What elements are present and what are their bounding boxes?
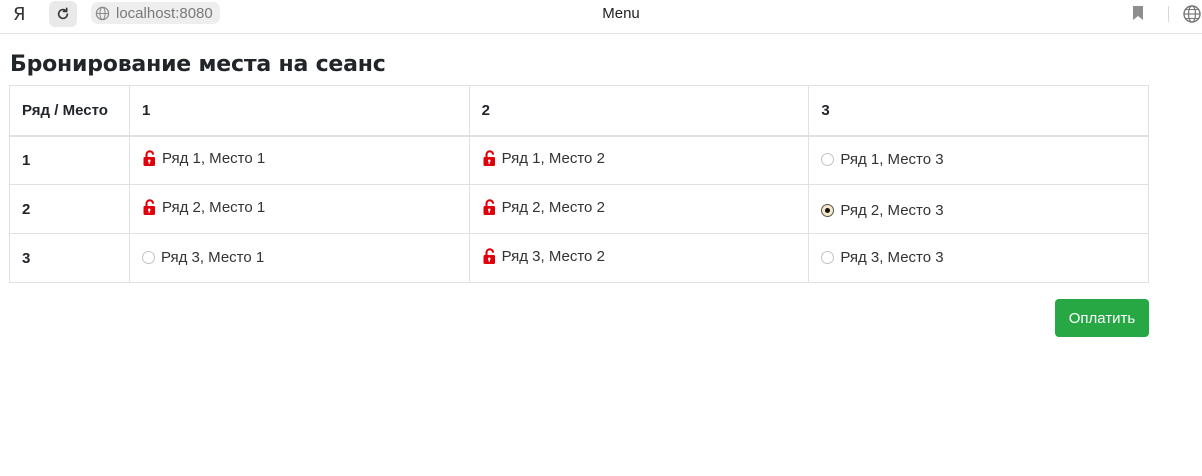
lock-open-icon (483, 150, 495, 166)
seat-label: Ряд 1, Место 3 (840, 150, 944, 168)
row-number: 1 (9, 135, 130, 185)
seat-cell: Ряд 3, Место 2 (468, 233, 810, 283)
seat-occupied: Ряд 1, Место 2 (482, 150, 605, 167)
lock-open-icon (483, 247, 495, 264)
table-header-row: Ряд / Место 1 2 3 (9, 85, 1149, 137)
seat-option[interactable]: Ряд 3, Место 3 (821, 248, 944, 266)
seat-radio[interactable] (821, 152, 835, 166)
browser-toolbar: Я localhost:8080 Menu (0, 0, 1202, 34)
header-row-seat: Ряд / Место (9, 85, 130, 137)
table-row: 1 Ряд 1, Место 1 Ряд 1, Место 2 Ряд 1, Мест… (9, 135, 1149, 185)
seat-label: Ряд 3, Место 2 (501, 247, 605, 265)
reload-button[interactable] (49, 1, 77, 27)
toolbar-divider (1168, 6, 1169, 22)
address-text: localhost:8080 (116, 4, 213, 22)
seat-cell: Ряд 3, Место 3 (808, 233, 1149, 283)
header-seat-3: 3 (808, 85, 1149, 137)
seat-cell: Ряд 1, Место 1 (128, 135, 470, 185)
seat-label: Ряд 2, Место 1 (161, 198, 266, 216)
seat-cell: Ряд 1, Место 3 (808, 135, 1149, 185)
header-seat-2: 2 (468, 85, 810, 137)
lock-open-icon (143, 150, 155, 166)
seat-label: Ряд 2, Место 2 (501, 198, 605, 216)
page-title: Бронирование места на сеанс (10, 52, 386, 77)
seat-cell: Ряд 1, Место 2 (468, 135, 810, 185)
seat-occupied: Ряд 1, Место 1 (142, 150, 265, 167)
row-number: 3 (9, 233, 130, 283)
row-number: 2 (9, 184, 130, 234)
header-seat-1: 1 (128, 85, 470, 137)
lock-open-icon (143, 198, 155, 215)
seat-label: Ряд 3, Место 3 (840, 248, 944, 266)
seat-cell: Ряд 2, Место 2 (468, 184, 810, 234)
browser-logo[interactable]: Я (13, 4, 26, 25)
address-bar[interactable]: localhost:8080 (91, 2, 220, 24)
seat-cell: Ряд 3, Место 1 (128, 233, 470, 283)
globe-icon (95, 6, 110, 20)
seat-label: Ряд 1, Место 1 (161, 149, 266, 167)
seat-radio[interactable] (821, 250, 835, 264)
table-row: 3 Ряд 3, Место 1 Ряд 3, Место 2 Ряд 3, Мест… (9, 233, 1149, 283)
seat-table: Ряд / Место 1 2 3 1 Ряд 1, Место 1 Ряд 1, … (9, 85, 1149, 283)
table-row: 2 Ряд 2, Место 1 Ряд 2, Место 2 Ряд 2, Мест… (9, 184, 1149, 234)
page-tab-title: Menu (602, 5, 640, 22)
reload-icon (57, 7, 69, 20)
seat-cell: Ряд 2, Место 1 (128, 184, 470, 234)
seat-occupied: Ряд 3, Место 2 (482, 248, 605, 265)
globe-menu-icon[interactable] (1182, 4, 1202, 24)
seat-occupied: Ряд 2, Место 1 (142, 199, 265, 216)
seat-radio[interactable] (141, 250, 155, 264)
bookmark-icon[interactable] (1132, 6, 1144, 20)
seat-option[interactable]: Ряд 1, Место 3 (821, 150, 944, 168)
seat-occupied: Ряд 2, Место 2 (482, 199, 605, 216)
pay-button[interactable]: Оплатить (1055, 299, 1149, 337)
seat-radio-selected[interactable] (821, 203, 835, 217)
seat-label: Ряд 1, Место 2 (501, 149, 605, 167)
seat-option[interactable]: Ряд 3, Место 1 (141, 248, 265, 266)
lock-open-icon (483, 198, 495, 215)
seat-label: Ряд 2, Место 3 (840, 201, 944, 219)
seat-option[interactable]: Ряд 2, Место 3 (821, 201, 944, 219)
seat-cell: Ряд 2, Место 3 (808, 184, 1149, 234)
seat-label: Ряд 3, Место 1 (160, 248, 265, 266)
